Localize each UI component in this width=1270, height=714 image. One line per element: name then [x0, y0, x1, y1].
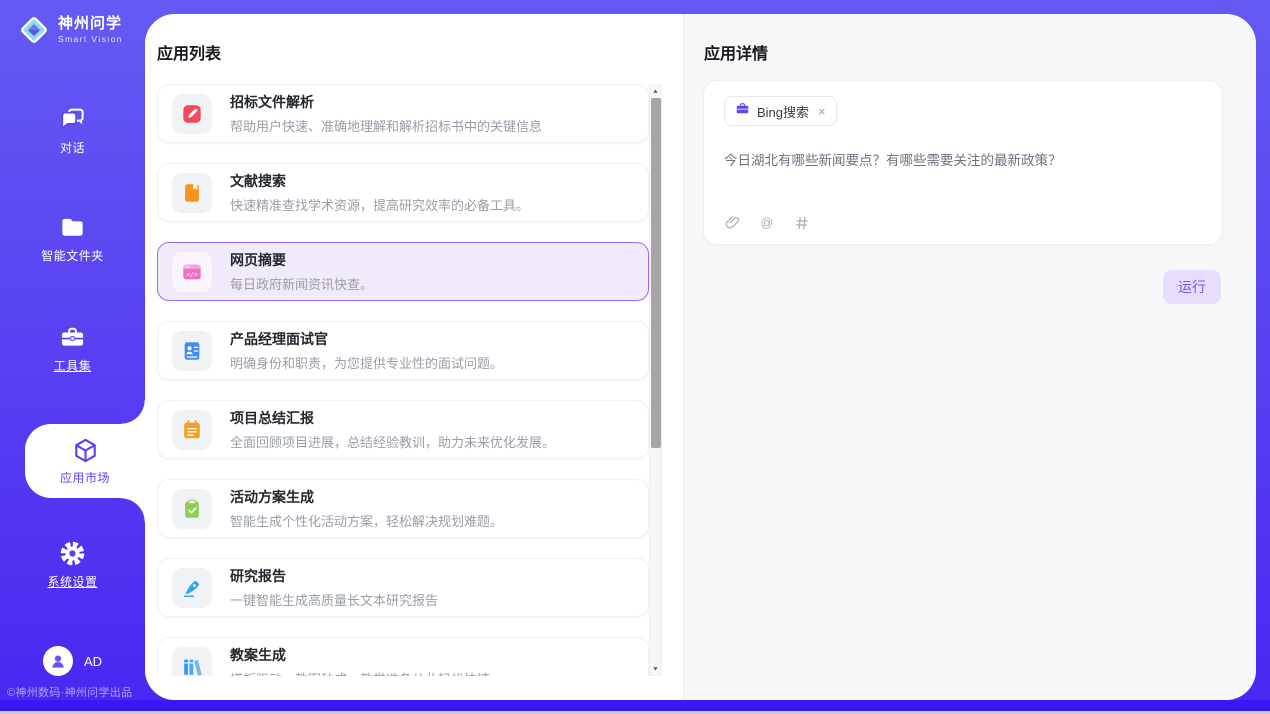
app-card-title: 项目总结汇报	[230, 408, 555, 428]
logo-title: 神州问学	[58, 16, 123, 33]
gem-logo-icon	[18, 14, 50, 46]
folder-icon	[59, 214, 86, 241]
sidebar-item-smart-folder[interactable]: 智能文件夹	[0, 214, 145, 264]
sidebar-item-label: 对话	[60, 139, 85, 156]
sidebar-item-label: 工具集	[54, 357, 92, 374]
tool-chip-bing-search[interactable]: Bing搜索 ×	[724, 96, 837, 126]
app-card-pm-interviewer[interactable]: 产品经理面试官明确身份和职责，为您提供专业性的面试问题。	[157, 321, 649, 380]
user-account[interactable]: AD	[0, 646, 145, 676]
app-card-lesson-plan[interactable]: 教案生成模板驱动，教案秒成，教学准备从此轻松快捷	[157, 637, 649, 676]
scrollbar-thumb[interactable]	[651, 98, 661, 448]
app-card-title: 文献搜索	[230, 171, 529, 191]
ink-pen-icon	[172, 568, 212, 608]
scroll-down-icon[interactable]	[650, 663, 661, 674]
app-card-desc: 一键智能生成高质量长文本研究报告	[230, 590, 438, 609]
app-card-desc: 帮助用户快速、准确地理解和解析招标书中的关键信息	[230, 116, 542, 135]
app-card-title: 招标文件解析	[230, 92, 542, 112]
sidebar-item-app-market[interactable]: 应用市场	[25, 424, 145, 498]
sidebar: 神州问学 Smart Vision 对话智能文件夹工具集应用市场系统设置 AD …	[0, 0, 145, 700]
tool-chip-label: Bing搜索	[757, 102, 809, 121]
paperclip-icon[interactable]	[723, 214, 741, 232]
app-logo: 神州问学 Smart Vision	[18, 14, 123, 46]
pen-square-icon	[172, 94, 212, 134]
main-content: 应用列表 招标文件解析帮助用户快速、准确地理解和解析招标书中的关键信息文献搜索快…	[145, 14, 1256, 700]
app-card-title: 教案生成	[230, 645, 490, 665]
app-card-event-plan[interactable]: 活动方案生成智能生成个性化活动方案，轻松解决规划难题。	[157, 479, 649, 538]
app-list-panel: 应用列表 招标文件解析帮助用户快速、准确地理解和解析招标书中的关键信息文献搜索快…	[145, 14, 683, 700]
app-card-research-report[interactable]: 研究报告一键智能生成高质量长文本研究报告	[157, 558, 649, 617]
copyright-text: ©神州数码·神州问学出品	[7, 684, 145, 700]
logo-subtitle: Smart Vision	[58, 34, 123, 44]
svg-text:@: @	[761, 215, 774, 230]
app-card-bid-doc-analysis[interactable]: 招标文件解析帮助用户快速、准确地理解和解析招标书中的关键信息	[157, 84, 649, 143]
clipboard-check-icon	[172, 489, 212, 529]
hash-icon[interactable]	[793, 214, 811, 232]
avatar	[43, 646, 73, 676]
app-detail-panel: 应用详情 Bing搜索 × 今日湖北有哪些新闻要点？有哪些需要关注的最新政策？ …	[683, 14, 1256, 700]
app-card-title: 研究报告	[230, 566, 438, 586]
sidebar-item-label: 应用市场	[60, 469, 110, 486]
bottom-strip	[0, 700, 1270, 711]
svg-text:</>: </>	[186, 270, 198, 278]
app-card-list: 招标文件解析帮助用户快速、准确地理解和解析招标书中的关键信息文献搜索快速精准查找…	[157, 84, 649, 676]
browser-code-icon: </>	[172, 252, 212, 292]
briefcase-icon	[735, 101, 750, 121]
app-detail-title: 应用详情	[704, 40, 1256, 64]
app-card-desc: 每日政府新闻资讯快查。	[230, 274, 373, 293]
run-button[interactable]: 运行	[1163, 270, 1221, 304]
chat-icon	[59, 106, 86, 133]
app-card-desc: 明确身份和职责，为您提供专业性的面试问题。	[230, 353, 503, 372]
toolbox-icon	[59, 324, 86, 351]
cube-icon	[72, 437, 99, 464]
chip-close-icon[interactable]: ×	[818, 105, 826, 118]
list-scrollbar[interactable]	[649, 84, 662, 676]
app-card-desc: 模板驱动，教案秒成，教学准备从此轻松快捷	[230, 669, 490, 676]
app-card-title: 活动方案生成	[230, 487, 503, 507]
person-doc-icon	[172, 331, 212, 371]
sidebar-item-chat[interactable]: 对话	[0, 106, 145, 156]
sidebar-item-toolset[interactable]: 工具集	[0, 324, 145, 374]
app-card-desc: 全面回顾项目进展，总结经验教训，助力未来优化发展。	[230, 432, 555, 451]
sidebar-item-system-settings[interactable]: 系统设置	[0, 540, 145, 590]
sidebar-item-label: 系统设置	[47, 573, 97, 590]
app-card-desc: 智能生成个性化活动方案，轻松解决规划难题。	[230, 511, 503, 530]
app-card-title: 网页摘要	[230, 250, 373, 270]
attachment-toolbar: @	[723, 214, 811, 232]
app-card-title: 产品经理面试官	[230, 329, 503, 349]
app-card-desc: 快速精准查找学术资源，提高研究效率的必备工具。	[230, 195, 529, 214]
calendar-note-icon	[172, 410, 212, 450]
gear-icon	[59, 540, 86, 567]
scroll-up-icon[interactable]	[650, 86, 661, 97]
book-icon	[172, 173, 212, 213]
books-icon	[172, 647, 212, 677]
query-text[interactable]: 今日湖北有哪些新闻要点？有哪些需要关注的最新政策？	[724, 151, 1202, 171]
app-card-web-summary[interactable]: </> 网页摘要每日政府新闻资讯快查。	[157, 242, 649, 301]
app-card-project-summary[interactable]: 项目总结汇报全面回顾项目进展，总结经验教训，助力未来优化发展。	[157, 400, 649, 459]
prompt-card: Bing搜索 × 今日湖北有哪些新闻要点？有哪些需要关注的最新政策？ @	[703, 80, 1223, 245]
sidebar-item-label: 智能文件夹	[41, 247, 104, 264]
app-card-literature-search[interactable]: 文献搜索快速精准查找学术资源，提高研究效率的必备工具。	[157, 163, 649, 222]
at-icon[interactable]: @	[758, 214, 776, 232]
user-initials: AD	[84, 654, 102, 669]
app-list-title: 应用列表	[157, 40, 683, 64]
